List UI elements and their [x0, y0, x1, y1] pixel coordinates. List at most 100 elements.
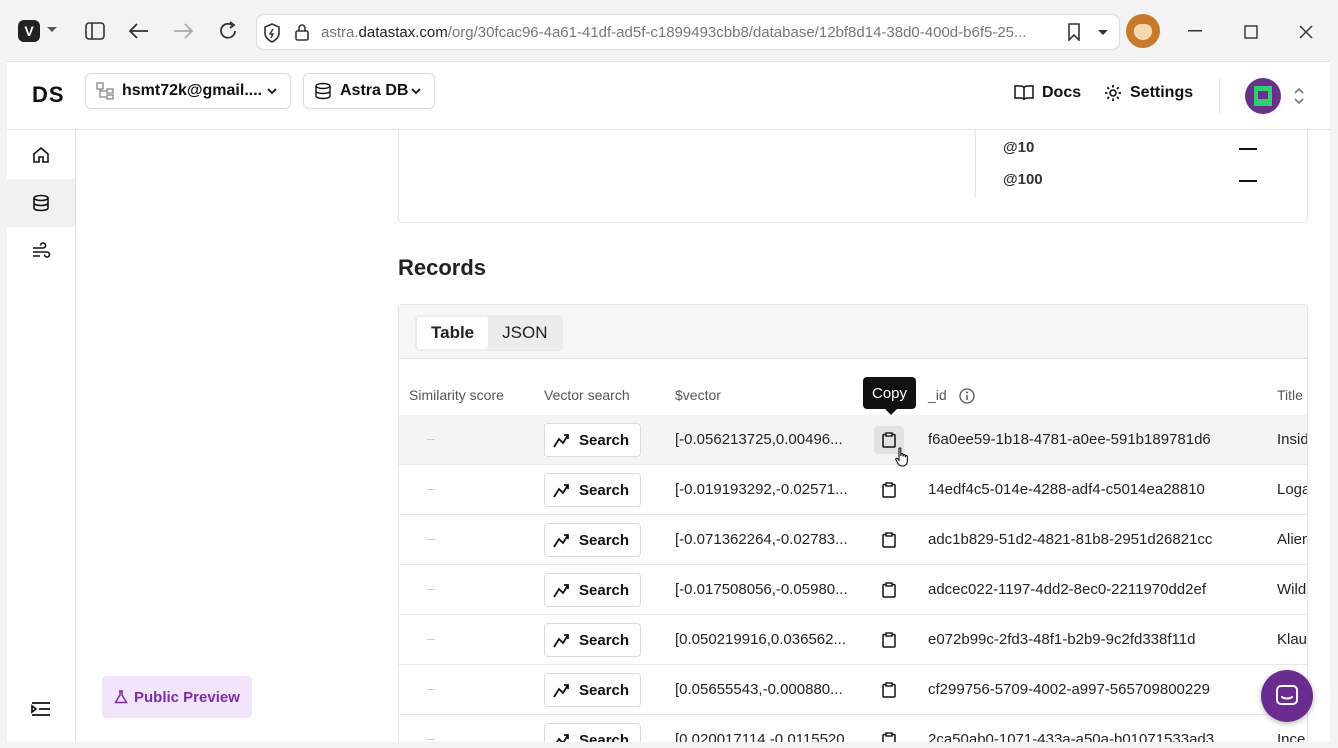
search-button-label: Search: [579, 581, 630, 599]
vector-search-button[interactable]: Search: [544, 573, 641, 607]
vector-search-button[interactable]: Search: [544, 623, 641, 657]
column-id[interactable]: _id: [928, 387, 975, 404]
column-title[interactable]: Title: [1277, 387, 1303, 403]
info-icon[interactable]: [958, 388, 975, 404]
profile-avatar-icon[interactable]: [1126, 14, 1160, 48]
search-button-label: Search: [579, 731, 630, 743]
column-vector[interactable]: $vector: [675, 387, 721, 403]
org-icon: [96, 82, 114, 100]
nav-databases[interactable]: [7, 179, 75, 227]
similarity-score-cell: [427, 589, 435, 590]
forward-icon[interactable]: [172, 21, 194, 41]
search-button-label: Search: [579, 481, 630, 499]
public-preview-badge[interactable]: Public Preview: [102, 676, 252, 718]
public-preview-label: Public Preview: [134, 688, 240, 706]
table-row[interactable]: Search [0.05655543,-0.000880... cf299756-5…: [399, 665, 1307, 715]
vector-search-button[interactable]: Search: [544, 473, 641, 507]
copy-vector-button[interactable]: [874, 676, 904, 704]
vector-cell: [0.020017114,-0.0115520...: [675, 731, 858, 742]
metrics-divider: [975, 131, 976, 197]
address-bar[interactable]: astra.datastax.com/org/30fcac96-4a61-41d…: [256, 14, 1120, 50]
table-row[interactable]: Search [-0.056213725,0.00496... f6a0ee59-1…: [399, 415, 1307, 465]
table-row[interactable]: Search [-0.019193292,-0.02571... 14edf4c5-…: [399, 465, 1307, 515]
product-selector-label: Astra DB: [340, 82, 409, 99]
chevron-down-icon: [266, 84, 278, 102]
browser-toolbar: V astra.datastax.com/org/30fcac96-4a61-4…: [0, 0, 1338, 62]
vector-cell: [-0.017508056,-0.05980...: [675, 581, 848, 598]
metric-label-10: @10: [1003, 139, 1035, 156]
url-text[interactable]: astra.datastax.com/org/30fcac96-4a61-41d…: [321, 24, 1061, 41]
copy-vector-button[interactable]: [874, 576, 904, 604]
database-stack-icon: [314, 82, 332, 100]
chat-support-button[interactable]: [1261, 670, 1313, 722]
tab-json[interactable]: JSON: [488, 317, 561, 349]
tab-table[interactable]: Table: [417, 317, 489, 349]
lock-icon[interactable]: [295, 23, 309, 41]
vector-search-button[interactable]: Search: [544, 673, 641, 707]
datastax-logo[interactable]: DS: [32, 82, 65, 108]
indent-icon: [31, 702, 50, 716]
docs-link[interactable]: Docs: [1014, 84, 1081, 102]
metric-label-100: @100: [1003, 171, 1043, 188]
nav-streaming[interactable]: [7, 227, 75, 275]
copy-vector-button[interactable]: [874, 726, 904, 742]
vector-search-icon: [553, 634, 569, 648]
address-dropdown-icon[interactable]: [1097, 29, 1109, 37]
back-icon[interactable]: [128, 21, 150, 41]
org-selector[interactable]: hsmt72k@gmail....: [85, 73, 291, 109]
search-button-label: Search: [579, 431, 630, 449]
vector-search-icon: [553, 484, 569, 498]
user-avatar[interactable]: [1245, 78, 1281, 114]
copy-vector-button[interactable]: [874, 476, 904, 504]
column-vector-search[interactable]: Vector search: [544, 387, 630, 403]
close-icon[interactable]: [1299, 25, 1313, 39]
id-cell: 2ca50ab0-1071-433a-a50a-b01071533ad3: [928, 731, 1215, 742]
vector-cell: [0.05655543,-0.000880...: [675, 681, 843, 698]
table-row[interactable]: Search [0.050219916,0.036562... e072b99c-2…: [399, 615, 1307, 665]
reload-icon[interactable]: [217, 20, 239, 42]
table-row[interactable]: Search [-0.071362264,-0.02783... adc1b829-…: [399, 515, 1307, 565]
copy-vector-button[interactable]: [874, 526, 904, 554]
url-path: /org/30fcac96-4a61-41df-ad5f-c1899493cbb…: [447, 24, 1027, 41]
vector-search-button[interactable]: Search: [544, 423, 641, 457]
org-selector-label: hsmt72k@gmail....: [122, 82, 263, 99]
vector-search-button[interactable]: Search: [544, 523, 641, 557]
records-tabs-bar: Table JSON: [399, 305, 1307, 359]
product-selector[interactable]: Astra DB: [303, 73, 435, 109]
vector-search-icon: [553, 434, 569, 448]
clipboard-icon: [882, 682, 896, 698]
similarity-score-cell: [427, 489, 435, 490]
account-chevrons-icon[interactable]: [1293, 86, 1305, 111]
maximize-icon[interactable]: [1244, 25, 1258, 39]
nav-rail: [7, 131, 76, 742]
nav-home[interactable]: [7, 131, 75, 179]
header-divider: [1219, 78, 1220, 114]
wind-icon: [33, 242, 51, 258]
search-button-label: Search: [579, 631, 630, 649]
shield-icon[interactable]: [263, 23, 281, 43]
metric-value-10: [1239, 148, 1257, 150]
table-row[interactable]: Search [0.020017114,-0.0115520... 2ca50ab0…: [399, 715, 1307, 742]
minimize-icon[interactable]: [1188, 30, 1202, 32]
table-row[interactable]: Search [-0.017508056,-0.05980... adcec022-…: [399, 565, 1307, 615]
database-icon: [33, 194, 49, 212]
clipboard-icon: [882, 582, 896, 598]
settings-link[interactable]: Settings: [1104, 84, 1193, 102]
chevron-down-icon[interactable]: [46, 26, 58, 34]
copy-vector-button[interactable]: [874, 626, 904, 654]
secondary-panel: Public Preview: [76, 131, 386, 742]
nav-collapse[interactable]: [7, 685, 75, 733]
column-similarity-score[interactable]: Similarity score: [409, 387, 504, 403]
panel-toggle-icon[interactable]: [84, 20, 106, 42]
bookmark-icon[interactable]: [1067, 23, 1081, 41]
clipboard-icon: [882, 532, 896, 548]
flask-icon: [114, 690, 128, 704]
vector-search-icon: [553, 684, 569, 698]
similarity-score-cell: [427, 539, 435, 540]
vector-search-icon: [553, 534, 569, 548]
id-cell: f6a0ee59-1b18-4781-a0ee-591b189781d6: [928, 431, 1211, 448]
vivaldi-menu-icon[interactable]: V: [18, 20, 40, 42]
vector-search-icon: [553, 584, 569, 598]
url-host: datastax.com: [358, 24, 448, 41]
vector-search-button[interactable]: Search: [544, 723, 641, 742]
